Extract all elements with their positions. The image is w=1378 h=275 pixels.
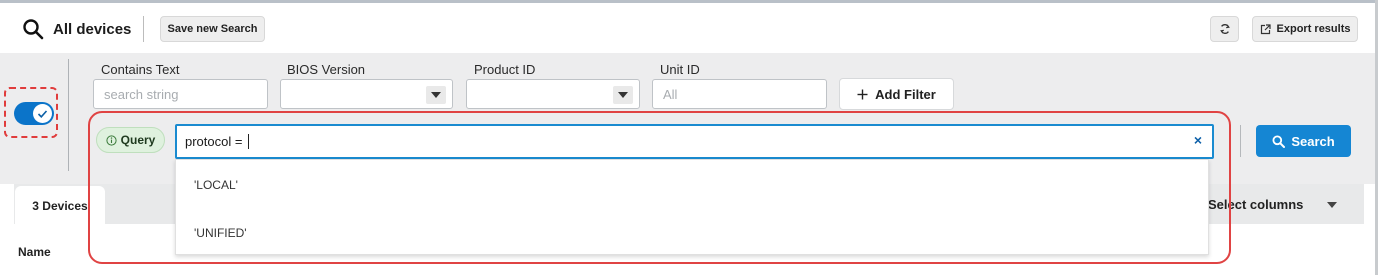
contains-text-placeholder: search string xyxy=(104,86,179,102)
clear-query-button[interactable]: × xyxy=(1194,132,1202,148)
search-button-label: Search xyxy=(1291,133,1335,149)
query-badge-label: Query xyxy=(120,133,156,147)
page-title: All devices xyxy=(53,21,132,38)
suggestion-item[interactable]: 'LOCAL' xyxy=(194,178,238,192)
devices-count-label: 3 Devices xyxy=(32,199,88,213)
text-cursor xyxy=(248,134,250,149)
save-new-search-button[interactable]: Save new Search xyxy=(160,16,265,42)
page: All devices Save new Search Export resul… xyxy=(0,0,1378,275)
search-button[interactable]: Search xyxy=(1256,125,1351,157)
query-badge: Query xyxy=(96,127,165,153)
title-divider xyxy=(143,16,144,42)
query-input[interactable]: protocol = × xyxy=(175,124,1214,159)
toggle-knob xyxy=(33,104,52,123)
top-bar: All devices Save new Search Export resul… xyxy=(0,3,1375,53)
chevron-down-icon xyxy=(613,86,633,104)
plus-icon xyxy=(857,89,868,99)
product-id-select[interactable] xyxy=(466,79,640,109)
unit-id-input[interactable]: All xyxy=(652,79,827,109)
query-mode-toggle[interactable] xyxy=(14,102,54,125)
refresh-button[interactable] xyxy=(1210,16,1239,42)
tab-devices[interactable]: 3 Devices xyxy=(15,186,105,226)
query-suggestions-dropdown: 'LOCAL' 'UNIFIED' xyxy=(175,159,1209,255)
contains-text-label: Contains Text xyxy=(101,62,180,77)
search-divider xyxy=(1240,125,1241,157)
search-icon xyxy=(23,19,44,40)
add-filter-label: Add Filter xyxy=(875,86,936,102)
refresh-icon xyxy=(1219,24,1230,34)
toggle-divider xyxy=(68,59,69,171)
bios-version-label: BIOS Version xyxy=(287,62,366,77)
export-results-button[interactable]: Export results xyxy=(1252,16,1358,42)
unit-id-label: Unit ID xyxy=(660,62,700,77)
add-filter-button[interactable]: Add Filter xyxy=(839,78,954,110)
contains-text-input[interactable]: search string xyxy=(93,79,268,109)
search-icon xyxy=(1272,135,1286,148)
bios-version-select[interactable] xyxy=(280,79,453,109)
column-header-name[interactable]: Name xyxy=(18,245,51,259)
check-icon xyxy=(37,109,48,118)
chevron-down-icon xyxy=(426,86,446,104)
product-id-label: Product ID xyxy=(474,62,536,77)
info-icon xyxy=(106,134,117,146)
query-input-value: protocol = xyxy=(185,134,247,149)
select-columns-dropdown[interactable]: Select columns xyxy=(1208,197,1303,212)
query-mode-toggle-highlight xyxy=(4,87,58,138)
suggestion-item[interactable]: 'UNIFIED' xyxy=(194,226,247,240)
unit-id-placeholder: All xyxy=(663,86,678,102)
export-icon xyxy=(1260,23,1271,34)
export-results-label: Export results xyxy=(1276,23,1351,35)
chevron-down-icon[interactable] xyxy=(1327,202,1337,208)
